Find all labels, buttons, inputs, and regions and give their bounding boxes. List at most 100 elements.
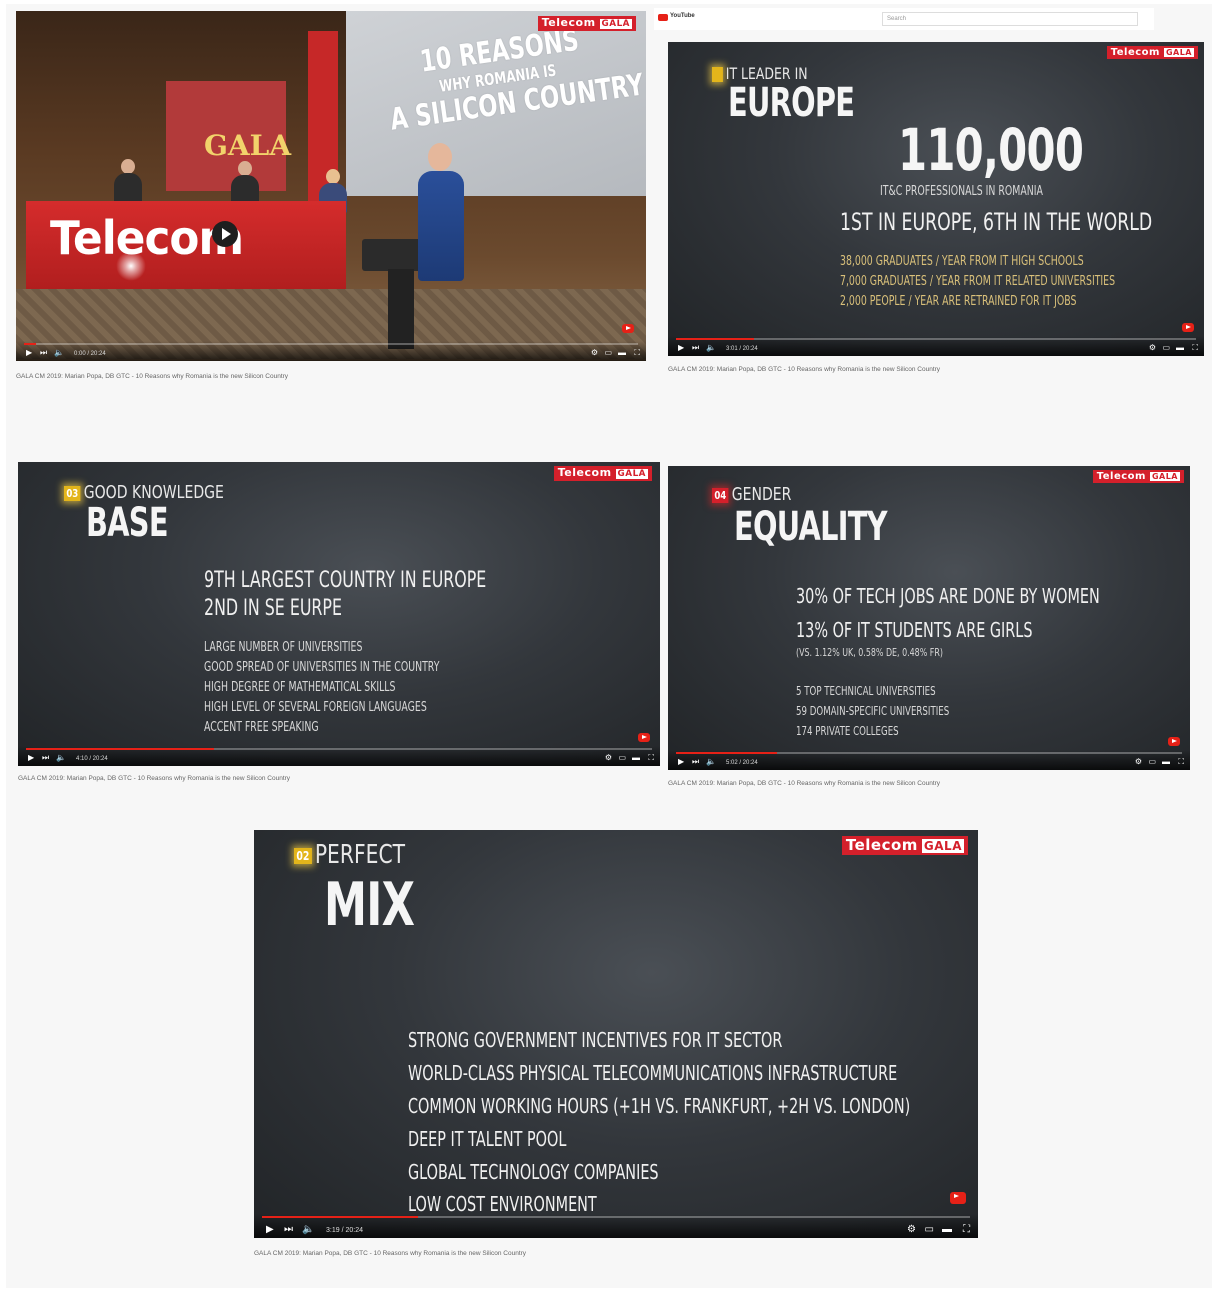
number-badge: 03 — [64, 485, 81, 501]
slide-headline: BASE — [86, 500, 168, 546]
panelist-head — [238, 161, 252, 176]
theater-icon[interactable]: ▬ — [1176, 344, 1184, 352]
progress-fill — [262, 1216, 418, 1218]
telecom-logo: Telecom GALA — [1092, 470, 1184, 483]
progress-bar[interactable] — [26, 748, 652, 750]
video-caption: GALA CM 2019: Marian Popa, DB GTC - 10 R… — [16, 373, 289, 380]
headline-line: 9TH LARGEST COUNTRY IN EUROPE — [204, 568, 487, 593]
telecom-logo-text: Telecom — [1110, 47, 1160, 58]
telecom-logo: Telecom GALA — [537, 16, 636, 31]
progress-bar[interactable] — [676, 338, 1196, 340]
play-icon[interactable]: ▶ — [266, 1225, 274, 1235]
youtube-logo-icon[interactable] — [658, 14, 668, 21]
youtube-logo-label: YouTube — [670, 13, 695, 19]
youtube-icon[interactable] — [622, 324, 634, 333]
theater-icon[interactable]: ▬ — [618, 349, 626, 357]
video-player-mix[interactable]: 02 PERFECT MIX STRONG GOVERNMENT INCENTIV… — [254, 830, 978, 1238]
video-caption: GALA CM 2019: Marian Popa, DB GTC - 10 R… — [668, 366, 941, 373]
settings-icon[interactable]: ⚙ — [1149, 344, 1156, 352]
play-icon[interactable]: ▶ — [26, 349, 32, 357]
bullet-line: ACCENT FREE SPEAKING — [204, 720, 319, 735]
progress-bar[interactable] — [676, 752, 1182, 754]
search-input[interactable]: Search — [882, 12, 1138, 26]
telecom-logo: Telecom GALA — [1106, 46, 1198, 59]
bullet-line: 2,000 PEOPLE / YEAR ARE RETRAINED FOR IT… — [840, 294, 1077, 309]
video-caption: GALA CM 2019: Marian Popa, DB GTC - 10 R… — [18, 775, 291, 782]
volume-icon[interactable]: 🔈 — [302, 1225, 314, 1235]
next-icon[interactable]: ⏭ — [42, 754, 49, 762]
miniplayer-icon[interactable]: ▭ — [1148, 758, 1156, 766]
slide-headline: MIX — [324, 870, 415, 940]
miniplayer-icon[interactable]: ▭ — [604, 349, 612, 357]
telecom-logo: Telecom GALA — [553, 466, 652, 481]
miniplayer-icon[interactable]: ▭ — [925, 1225, 934, 1235]
time-display: 3:01 / 20:24 — [726, 346, 758, 352]
gala-badge: GALA — [1163, 48, 1194, 57]
play-icon[interactable]: ▶ — [678, 344, 684, 352]
big-number: 110,000 — [898, 116, 1084, 184]
gala-badge: GALA — [1149, 472, 1180, 481]
settings-icon[interactable]: ⚙ — [907, 1225, 916, 1235]
bullet-line: STRONG GOVERNMENT INCENTIVES FOR IT SECT… — [408, 1028, 783, 1052]
panelist-head — [121, 159, 135, 174]
number-badge — [712, 67, 723, 82]
fullscreen-icon[interactable]: ⛶ — [1178, 758, 1184, 766]
settings-icon[interactable]: ⚙ — [591, 349, 598, 357]
time-display: 0:00 / 20:24 — [74, 351, 106, 357]
settings-icon[interactable]: ⚙ — [605, 754, 612, 762]
progress-bar[interactable] — [262, 1216, 970, 1218]
player-controls: ▶ ⏭ 🔈 4:10 / 20:24 ⚙ ▭ ▬ ⛶ — [18, 746, 660, 766]
miniplayer-icon[interactable]: ▭ — [1162, 344, 1170, 352]
speaker-head — [428, 143, 452, 171]
next-icon[interactable]: ⏭ — [40, 349, 47, 357]
next-icon[interactable]: ⏭ — [692, 344, 699, 352]
telecom-logo: Telecom GALA — [841, 836, 968, 855]
time-display: 3:19 / 20:24 — [326, 1227, 363, 1234]
podium-stem — [388, 269, 414, 349]
bullet-line: GLOBAL TECHNOLOGY COMPANIES — [408, 1160, 659, 1184]
slide-headline: EUROPE — [728, 80, 855, 126]
next-icon[interactable]: ⏭ — [692, 758, 699, 766]
volume-icon[interactable]: 🔈 — [706, 758, 716, 766]
fullscreen-icon[interactable]: ⛶ — [1192, 344, 1198, 352]
panelist-head — [326, 169, 340, 184]
volume-icon[interactable]: 🔈 — [56, 754, 66, 762]
youtube-icon[interactable] — [638, 733, 650, 742]
volume-icon[interactable]: 🔈 — [54, 349, 64, 357]
play-icon[interactable]: ▶ — [28, 754, 34, 762]
bullet-line: 5 TOP TECHNICAL UNIVERSITIES — [796, 684, 936, 698]
fullscreen-icon[interactable]: ⛶ — [648, 754, 654, 762]
volume-icon[interactable]: 🔈 — [706, 344, 716, 352]
bullet-line: HIGH DEGREE OF MATHEMATICAL SKILLS — [204, 680, 396, 695]
youtube-icon[interactable] — [950, 1192, 966, 1204]
video-player-knowledge[interactable]: 03 GOOD KNOWLEDGE BASE 9TH LARGEST COUNTR… — [18, 462, 660, 766]
bullet-line: WORLD-CLASS PHYSICAL TELECOMMUNICATIONS … — [408, 1061, 898, 1085]
telecom-logo-text: Telecom — [1096, 471, 1146, 482]
fullscreen-icon[interactable]: ⛶ — [963, 1225, 970, 1235]
theater-icon[interactable]: ▬ — [1162, 758, 1170, 766]
youtube-icon[interactable] — [1182, 323, 1194, 332]
video-player-photo[interactable]: 10 REASONS WHY ROMANIA IS A SILICON COUN… — [16, 11, 646, 361]
progress-fill — [26, 748, 214, 750]
miniplayer-icon[interactable]: ▭ — [618, 754, 626, 762]
player-controls: ▶ ⏭ 🔈 3:01 / 20:24 ⚙ ▭ ▬ ⛶ — [668, 336, 1204, 356]
video-player-gender[interactable]: 04 GENDER EQUALITY 30% OF TECH JOBS ARE D… — [668, 466, 1190, 770]
fullscreen-icon[interactable]: ⛶ — [634, 349, 640, 357]
telecom-logo-text: Telecom — [541, 16, 596, 29]
bullet-line: 59 DOMAIN-SPECIFIC UNIVERSITIES — [796, 704, 950, 718]
bullet-line: LOW COST ENVIRONMENT — [408, 1192, 597, 1216]
next-icon[interactable]: ⏭ — [284, 1225, 293, 1235]
theater-icon[interactable]: ▬ — [632, 754, 640, 762]
number-badge: 02 — [294, 847, 312, 864]
bullet-line: 7,000 GRADUATES / YEAR FROM IT RELATED U… — [840, 274, 1116, 289]
projection-screen: 10 REASONS WHY ROMANIA IS A SILICON COUN… — [346, 11, 646, 196]
time-display: 4:10 / 20:24 — [76, 756, 108, 762]
play-icon[interactable]: ▶ — [678, 758, 684, 766]
progress-bar[interactable] — [24, 343, 638, 345]
theater-icon[interactable]: ▬ — [942, 1225, 952, 1235]
youtube-icon[interactable] — [1168, 737, 1180, 746]
youtube-header: YouTube Search — [654, 8, 1154, 30]
settings-icon[interactable]: ⚙ — [1135, 758, 1142, 766]
video-player-it-leader[interactable]: IT LEADER IN EUROPE 110,000 IT&C PROFESS… — [668, 42, 1204, 356]
bullet-line: 174 PRIVATE COLLEGES — [796, 724, 899, 738]
